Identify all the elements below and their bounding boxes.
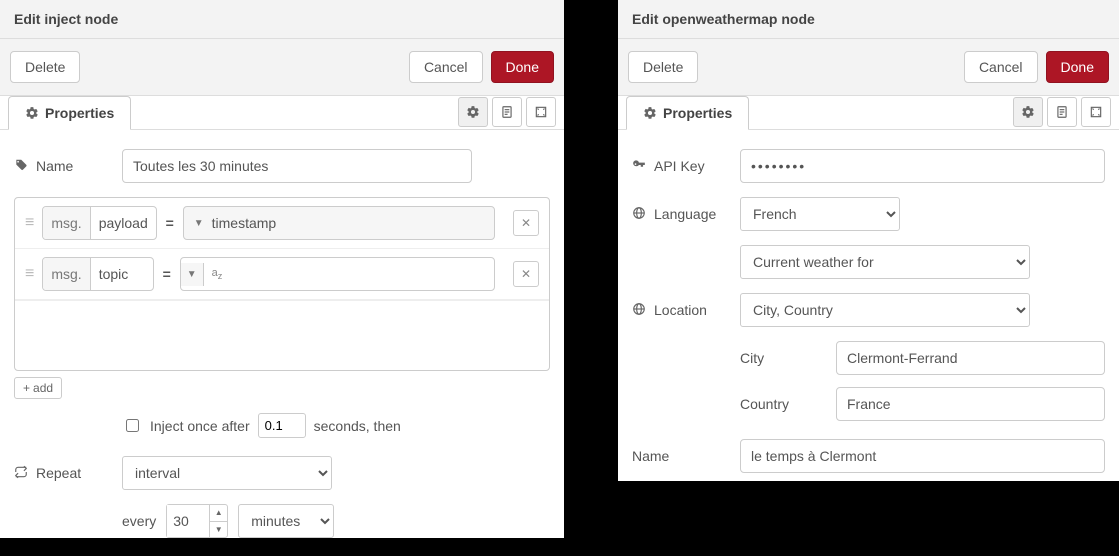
city-field[interactable]	[836, 341, 1105, 375]
string-type-icon: az	[212, 267, 223, 281]
remove-row-button[interactable]: ✕	[513, 210, 539, 236]
file-icon	[1055, 105, 1069, 119]
label-name: Name	[632, 448, 740, 464]
inject-once-checkbox[interactable]	[126, 419, 139, 432]
tab-appearance-icon-button[interactable]	[526, 97, 556, 127]
expand-icon	[1089, 105, 1103, 119]
owm-editor-panel: Edit openweathermap node Delete Cancel D…	[618, 0, 1119, 481]
tab-properties[interactable]: Properties	[626, 96, 749, 130]
gear-icon	[1021, 105, 1035, 119]
done-button[interactable]: Done	[491, 51, 554, 83]
globe-icon	[632, 302, 646, 319]
key-icon	[632, 158, 646, 175]
msg-key-input[interactable]: msg. topic	[42, 257, 153, 291]
tab-settings-icon-button[interactable]	[458, 97, 488, 127]
label-repeat: Repeat	[14, 465, 122, 482]
repeat-mode-select[interactable]: interval	[122, 456, 332, 490]
drag-handle-icon[interactable]: ≡	[25, 214, 34, 232]
tab-label: Properties	[45, 105, 114, 121]
step-down-icon[interactable]: ▼	[210, 522, 227, 538]
inject-editor-panel: Edit inject node Delete Cancel Done Prop…	[0, 0, 564, 538]
msg-value-input[interactable]: ▼ az	[180, 257, 495, 291]
location-mode-select[interactable]: City, Country	[740, 293, 1030, 327]
file-icon	[500, 105, 514, 119]
remove-row-button[interactable]: ✕	[513, 261, 539, 287]
expand-icon	[534, 105, 548, 119]
owm-form: API Key Language French Current weather …	[618, 131, 1119, 505]
cancel-button[interactable]: Cancel	[964, 51, 1038, 83]
cancel-button[interactable]: Cancel	[409, 51, 483, 83]
inject-once-delay-field[interactable]	[258, 413, 306, 438]
plus-icon: +	[23, 381, 30, 395]
delete-button[interactable]: Delete	[10, 51, 80, 83]
panel-title: Edit openweathermap node	[618, 0, 1119, 39]
tag-icon	[14, 158, 28, 175]
repeat-icon	[14, 465, 28, 482]
name-field[interactable]	[740, 439, 1105, 473]
action-bar: Delete Cancel Done	[618, 39, 1119, 96]
msg-value-input[interactable]: ▼ timestamp	[183, 206, 495, 240]
language-select[interactable]: French	[740, 197, 900, 231]
tab-settings-icon-button[interactable]	[1013, 97, 1043, 127]
gear-icon	[643, 106, 657, 120]
tab-description-icon-button[interactable]	[1047, 97, 1077, 127]
step-up-icon[interactable]: ▲	[210, 505, 227, 522]
tab-description-icon-button[interactable]	[492, 97, 522, 127]
label-language: Language	[632, 206, 740, 223]
tab-properties[interactable]: Properties	[8, 96, 131, 130]
apikey-field[interactable]	[740, 149, 1105, 183]
msg-row: ≡ msg. payload = ▼ timestamp ✕	[15, 198, 549, 249]
interval-unit-select[interactable]: minutes	[238, 504, 334, 538]
action-bar: Delete Cancel Done	[0, 39, 564, 96]
label-city: City	[740, 350, 824, 366]
drag-handle-icon[interactable]: ≡	[25, 265, 34, 283]
interval-row: every ▲▼ minutes	[122, 504, 550, 538]
chevron-down-icon: ▼	[194, 218, 204, 229]
tab-label: Properties	[663, 105, 732, 121]
delete-button[interactable]: Delete	[628, 51, 698, 83]
panel-title: Edit inject node	[0, 0, 564, 39]
msg-key-input[interactable]: msg. payload	[42, 206, 156, 240]
query-type-select[interactable]: Current weather for	[740, 245, 1030, 279]
chevron-down-icon: ▼	[181, 263, 204, 286]
done-button[interactable]: Done	[1046, 51, 1109, 83]
country-field[interactable]	[836, 387, 1105, 421]
tab-appearance-icon-button[interactable]	[1081, 97, 1111, 127]
interval-value-stepper[interactable]: ▲▼	[166, 504, 228, 538]
globe-icon	[632, 206, 646, 223]
gear-icon	[25, 106, 39, 120]
gear-icon	[466, 105, 480, 119]
tabs-bar: Properties	[618, 95, 1119, 130]
label-name: Name	[14, 158, 122, 175]
inject-once-row: Inject once after seconds, then	[122, 413, 550, 438]
label-location: Location	[632, 302, 740, 319]
label-apikey: API Key	[632, 158, 740, 175]
name-field[interactable]	[122, 149, 472, 183]
msg-row: ≡ msg. topic = ▼ az ✕	[15, 249, 549, 300]
inject-form: Name ≡ msg. payload = ▼ timestamp ✕ ≡	[0, 131, 564, 556]
msg-props-list: ≡ msg. payload = ▼ timestamp ✕ ≡ msg. to…	[14, 197, 550, 371]
tabs-bar: Properties	[0, 95, 564, 130]
label-country: Country	[740, 396, 824, 412]
add-row-button[interactable]: + add	[14, 377, 62, 399]
